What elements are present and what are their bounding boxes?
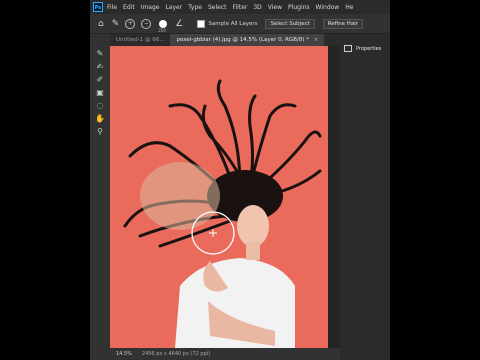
menu-image[interactable]: Image bbox=[141, 4, 160, 11]
panel-title[interactable]: Properties bbox=[356, 46, 381, 52]
menu-file[interactable]: File bbox=[107, 4, 117, 11]
lasso-icon[interactable]: ◌ bbox=[92, 99, 108, 112]
tools-panel: ✎ ✍ ✐ ▣ ◌ ✋ ⚲ bbox=[90, 44, 110, 143]
menu-layer[interactable]: Layer bbox=[165, 4, 182, 11]
tab-label: pexel-gbbiar (4).jpg @ 14.5% (Layer 0, R… bbox=[176, 37, 309, 43]
photoshop-window: Ps File Edit Image Layer Type Select Fil… bbox=[90, 0, 390, 360]
menu-edit[interactable]: Edit bbox=[123, 4, 135, 11]
sample-all-layers-checkbox[interactable] bbox=[197, 19, 206, 28]
close-icon[interactable]: × bbox=[314, 37, 319, 43]
neck bbox=[246, 242, 260, 260]
menu-plugins[interactable]: Plugins bbox=[288, 4, 310, 11]
brush-preset-picker[interactable]: 250 bbox=[158, 19, 168, 33]
brush-size-value: 250 bbox=[158, 27, 166, 33]
menu-select[interactable]: Select bbox=[208, 4, 227, 11]
quick-selection-icon[interactable]: ✎ bbox=[92, 47, 108, 60]
face bbox=[237, 205, 269, 247]
brush-icon[interactable]: ✍ bbox=[92, 60, 108, 73]
tab-label: Untitled-1 @ 66... bbox=[116, 37, 165, 43]
menu-help[interactable]: He bbox=[345, 4, 353, 11]
eraser-icon[interactable]: ▣ bbox=[92, 86, 108, 99]
menu-view[interactable]: View bbox=[268, 4, 282, 11]
zoom-level[interactable]: 14.5% bbox=[116, 351, 132, 357]
properties-icon[interactable] bbox=[344, 45, 352, 52]
subtract-from-selection-icon[interactable]: − bbox=[141, 18, 152, 29]
document-info: 2456 px x 4640 px (72 ppi) bbox=[141, 351, 211, 357]
canvas-area[interactable] bbox=[110, 46, 354, 348]
select-subject-button[interactable]: Select Subject bbox=[265, 18, 315, 29]
menu-type[interactable]: Type bbox=[188, 4, 202, 11]
sample-all-layers-label: Sample All Layers bbox=[208, 20, 258, 27]
menu-window[interactable]: Window bbox=[316, 4, 340, 11]
brush-angle-icon[interactable]: ∠ bbox=[175, 19, 183, 29]
mixer-brush-icon[interactable]: ✐ bbox=[92, 73, 108, 86]
tab-untitled[interactable]: Untitled-1 @ 66... bbox=[110, 34, 170, 46]
menu-filter[interactable]: Filter bbox=[233, 4, 248, 11]
zoom-icon[interactable]: ⚲ bbox=[92, 125, 108, 138]
properties-panel: Properties bbox=[340, 34, 390, 360]
menu-3d[interactable]: 3D bbox=[253, 4, 261, 11]
status-bar: 14.5% 2456 px x 4640 px (72 ppi) bbox=[110, 348, 340, 360]
document-tabs: Untitled-1 @ 66... pexel-gbbiar (4).jpg … bbox=[110, 34, 340, 46]
hand-icon[interactable]: ✋ bbox=[92, 112, 108, 125]
photoshop-logo-icon: Ps bbox=[93, 2, 103, 12]
home-icon[interactable]: ⌂ bbox=[98, 19, 104, 29]
selection-overlay bbox=[140, 162, 220, 230]
add-to-selection-icon[interactable]: + bbox=[125, 18, 136, 29]
refine-hair-button[interactable]: Refine Hair bbox=[322, 18, 364, 29]
tab-pexel-photo[interactable]: pexel-gbbiar (4).jpg @ 14.5% (Layer 0, R… bbox=[170, 34, 325, 46]
quick-selection-preset-icon[interactable]: ✎ bbox=[112, 19, 120, 29]
document-canvas[interactable] bbox=[110, 46, 340, 348]
options-bar: ⌂ ✎ + − 250 ∠ Sample All Layers Select S… bbox=[90, 14, 390, 34]
menu-bar: Ps File Edit Image Layer Type Select Fil… bbox=[90, 0, 390, 14]
